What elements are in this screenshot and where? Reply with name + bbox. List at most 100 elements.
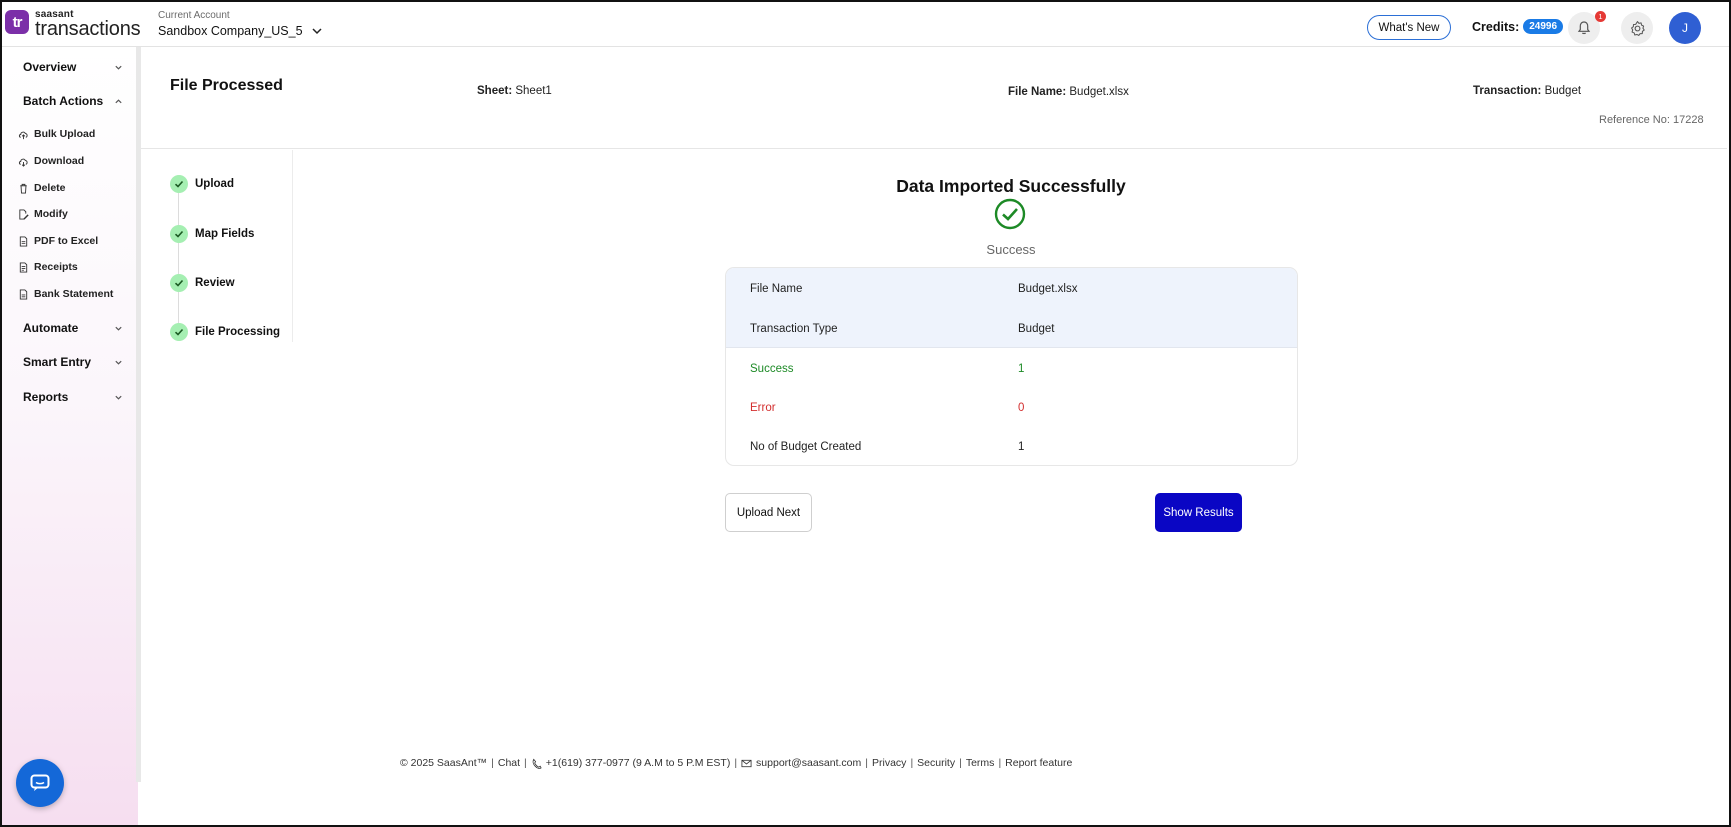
result-status: Success xyxy=(986,242,1036,257)
show-results-button[interactable]: Show Results xyxy=(1155,493,1242,532)
check-icon xyxy=(170,274,188,292)
page-title: File Processed xyxy=(170,77,283,94)
step-review[interactable]: Review xyxy=(170,274,235,292)
result-title: Data Imported Successfully xyxy=(896,176,1126,196)
sheet-info: Sheet: Sheet1 xyxy=(477,85,552,97)
sidebar-section-automate[interactable]: Automate xyxy=(23,321,123,335)
transaction-value: Budget xyxy=(1544,85,1582,97)
sidebar-item-label: Download xyxy=(34,155,85,167)
gear-icon xyxy=(1630,20,1645,36)
footer-chat-link[interactable]: Chat xyxy=(498,757,520,769)
logo-big-text: transactions xyxy=(35,18,141,40)
footer-security-link[interactable]: Security xyxy=(917,757,955,769)
sidebar-item-label: Receipts xyxy=(34,261,78,273)
file-name-value: Budget.xlsx xyxy=(1069,86,1129,98)
summary-value: Budget xyxy=(1018,323,1055,335)
chevron-down-icon xyxy=(115,360,122,365)
sidebar-section-reports[interactable]: Reports xyxy=(23,390,123,404)
transaction-info: Transaction: Budget xyxy=(1473,85,1581,97)
reference-number: Reference No: 17228 xyxy=(1599,114,1704,126)
progress-stepper: Upload Map Fields Review File Processing xyxy=(141,150,293,342)
sidebar-item-receipts[interactable]: Receipts xyxy=(18,261,133,273)
credits: Credits: 24996 xyxy=(1472,19,1564,34)
sidebar-section-label: Smart Entry xyxy=(23,355,92,369)
summary-value: Budget.xlsx xyxy=(1018,283,1078,295)
step-upload[interactable]: Upload xyxy=(170,175,234,193)
sidebar-item-delete[interactable]: Delete xyxy=(18,182,133,194)
footer-copyright: © 2025 SaasAnt™ xyxy=(400,757,488,769)
chevron-down-icon xyxy=(115,326,122,331)
footer: © 2025 SaasAnt™ | Chat | +1(619) 377-097… xyxy=(400,757,1073,769)
step-label: Map Fields xyxy=(195,228,255,240)
summary-value: 1 xyxy=(1018,441,1025,453)
chevron-up-icon xyxy=(115,98,122,103)
summary-key: Success xyxy=(750,363,794,375)
sidebar-item-download[interactable]: Download xyxy=(18,155,133,167)
sidebar-item-label: Bulk Upload xyxy=(34,128,96,140)
footer-email-link[interactable]: support@saasant.com xyxy=(756,757,861,769)
cloud-upload-icon xyxy=(18,131,28,139)
account-switcher[interactable]: Current Account Sandbox Company_US_5 xyxy=(158,10,323,38)
sidebar-item-label: Bank Statement xyxy=(34,288,114,300)
sidebar-item-bank-statement[interactable]: Bank Statement xyxy=(18,288,133,300)
account-name: Sandbox Company_US_5 xyxy=(158,24,303,38)
top-bar: tr saasant transactions Current Account … xyxy=(0,0,1731,47)
notification-badge: 1 xyxy=(1595,11,1606,22)
step-file-processing[interactable]: File Processing xyxy=(170,323,280,341)
credits-label: Credits: xyxy=(1472,19,1520,34)
transaction-label: Transaction: xyxy=(1473,85,1542,97)
credits-badge: 24996 xyxy=(1523,19,1564,34)
file-icon xyxy=(19,235,28,247)
summary-key: Error xyxy=(750,402,776,414)
bell-icon xyxy=(1577,21,1591,35)
file-name-label: File Name: xyxy=(1008,86,1067,98)
summary-header xyxy=(726,268,1297,348)
page-header: File Processed Sheet: Sheet1 File Name: … xyxy=(141,47,1727,149)
step-label: Review xyxy=(195,277,235,289)
upload-next-button[interactable]: Upload Next xyxy=(725,493,812,532)
footer-phone[interactable]: +1(619) 377-0977 (9 A.M to 5 P.M EST) xyxy=(546,757,731,769)
settings-button[interactable] xyxy=(1621,12,1653,44)
step-map-fields[interactable]: Map Fields xyxy=(170,225,254,243)
summary-key: File Name xyxy=(750,283,803,295)
sidebar-section-label: Reports xyxy=(23,390,69,404)
sidebar-item-modify[interactable]: Modify xyxy=(18,208,133,220)
summary-key: Transaction Type xyxy=(750,323,838,335)
sidebar-section-smart-entry[interactable]: Smart Entry xyxy=(23,355,123,369)
sidebar-section-batch-actions[interactable]: Batch Actions xyxy=(23,94,123,108)
stepper-line xyxy=(178,183,179,333)
footer-privacy-link[interactable]: Privacy xyxy=(872,757,906,769)
logo-mark: tr xyxy=(5,10,29,34)
trash-icon xyxy=(20,183,27,194)
check-icon xyxy=(170,323,188,341)
chat-widget-button[interactable] xyxy=(16,759,64,807)
chevron-down-icon xyxy=(312,28,322,35)
user-avatar[interactable]: J xyxy=(1669,12,1701,44)
sidebar-item-label: PDF to Excel xyxy=(34,235,99,247)
sidebar-section-label: Overview xyxy=(23,60,77,74)
edit-document-icon xyxy=(19,208,29,220)
import-summary-table: File Name Budget.xlsx Transaction Type B… xyxy=(725,267,1298,466)
receipt-icon xyxy=(19,261,28,273)
step-label: Upload xyxy=(195,178,234,190)
footer-terms-link[interactable]: Terms xyxy=(966,757,995,769)
sheet-value: Sheet1 xyxy=(515,85,552,97)
chevron-down-icon xyxy=(115,65,122,70)
app-logo[interactable]: tr saasant transactions xyxy=(5,10,141,40)
mail-icon xyxy=(741,759,752,767)
footer-report-link[interactable]: Report feature xyxy=(1005,757,1072,769)
sidebar-item-pdf-to-excel[interactable]: PDF to Excel xyxy=(18,235,133,247)
cloud-download-icon xyxy=(18,158,28,167)
sidebar-section-label: Batch Actions xyxy=(23,94,104,108)
chat-icon xyxy=(30,774,50,791)
step-label: File Processing xyxy=(195,326,281,338)
bank-statement-icon xyxy=(19,288,28,300)
check-icon xyxy=(170,225,188,243)
whats-new-button[interactable]: What's New xyxy=(1367,15,1451,40)
sidebar-item-bulk-upload[interactable]: Bulk Upload xyxy=(18,128,133,140)
summary-value: 1 xyxy=(1018,363,1025,375)
sidebar-section-overview[interactable]: Overview xyxy=(23,60,123,74)
account-label: Current Account xyxy=(158,10,230,21)
sheet-label: Sheet: xyxy=(477,85,513,97)
file-name-info: File Name: Budget.xlsx xyxy=(1008,86,1129,98)
